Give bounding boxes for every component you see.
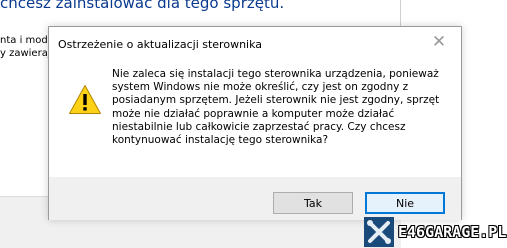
dialog-titlebar[interactable]: Ostrzeżenie o aktualizacji sterownika ✕ bbox=[49, 27, 461, 61]
background-header-text: chcesz zainstalować dla tego sprzętu. bbox=[0, 0, 285, 12]
watermark: E46GARAGE.PL bbox=[364, 217, 507, 248]
watermark-logo-icon bbox=[364, 217, 394, 247]
dialog-title: Ostrzeżenie o aktualizacji sterownika bbox=[58, 38, 263, 51]
no-button[interactable]: Nie bbox=[365, 192, 445, 214]
driver-warning-dialog: Ostrzeżenie o aktualizacji sterownika ✕ … bbox=[48, 26, 462, 220]
watermark-text: E46GARAGE.PL bbox=[398, 223, 507, 241]
dialog-footer: Tak Nie bbox=[49, 177, 461, 220]
background-side-text-1: nta i mod bbox=[0, 35, 48, 46]
yes-button[interactable]: Tak bbox=[273, 192, 353, 214]
dialog-message: Nie zaleca się instalacji tego sterownik… bbox=[112, 68, 440, 147]
close-icon[interactable]: ✕ bbox=[417, 27, 461, 57]
background-side-text-2: y zawieraj bbox=[0, 48, 51, 59]
warning-icon bbox=[69, 85, 101, 114]
